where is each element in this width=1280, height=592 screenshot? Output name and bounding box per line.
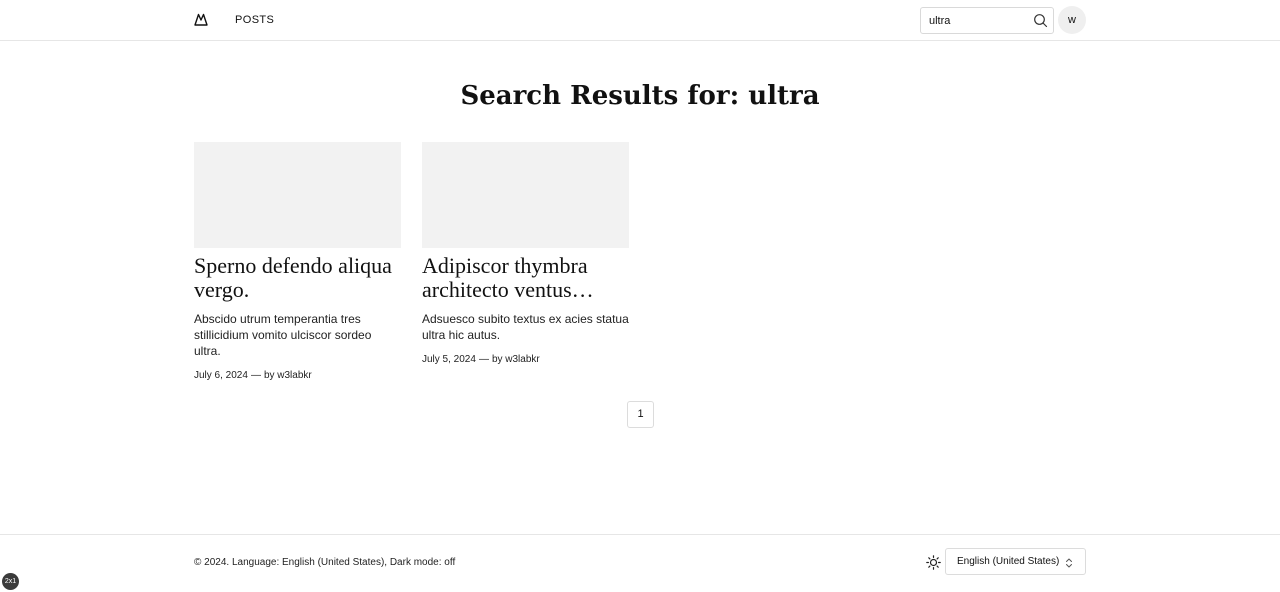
- nav-posts-link[interactable]: POSTS: [235, 13, 274, 27]
- post-meta: July 6, 2024— by w3labkr: [194, 369, 401, 382]
- search-box[interactable]: [920, 7, 1054, 34]
- sun-icon[interactable]: [926, 555, 941, 570]
- meta-separator: —: [250, 370, 261, 381]
- up-down-chevron-icon: [1064, 556, 1074, 568]
- post-date[interactable]: July 5, 2024: [422, 354, 476, 365]
- post-thumbnail[interactable]: [194, 142, 401, 248]
- post-meta: July 5, 2024— by w3labkr: [422, 353, 629, 366]
- post-excerpt: Adsuesco subito textus ex acies statua u…: [422, 312, 629, 342]
- page-title: Search Results for: ultra: [460, 81, 820, 111]
- user-avatar-button[interactable]: w: [1058, 6, 1086, 34]
- post-thumbnail[interactable]: [422, 142, 629, 248]
- post-excerpt: Abscido utrum temperantia tres stillicid…: [194, 312, 372, 358]
- site-footer: © 2024. Language: English (United States…: [0, 534, 1280, 592]
- language-select-value: English (United States): [957, 556, 1060, 567]
- meta-separator: —: [478, 354, 489, 365]
- post-author[interactable]: by w3labkr: [492, 354, 540, 365]
- footer-copyright: © 2024. Language: English (United States…: [194, 557, 456, 568]
- zoom-badge: 2x1: [2, 573, 19, 590]
- search-icon[interactable]: [1033, 13, 1048, 28]
- page: POSTS w Search Results for: ultra Sperno…: [0, 0, 1280, 592]
- post-card: Adipiscor thymbra architecto ventus… Ads…: [422, 142, 629, 366]
- site-header: POSTS w: [0, 0, 1280, 41]
- mountain-logo-icon[interactable]: [194, 13, 208, 26]
- pagination-page-1[interactable]: 1: [627, 401, 654, 428]
- language-select[interactable]: English (United States): [945, 548, 1086, 575]
- post-card: Sperno defendo aliqua vergo. Abscido utr…: [194, 142, 401, 382]
- post-date[interactable]: July 6, 2024: [194, 370, 248, 381]
- search-input[interactable]: [922, 9, 1026, 32]
- post-title-link[interactable]: Adipiscor thymbra architecto ventus…: [422, 254, 629, 302]
- post-title-link[interactable]: Sperno defendo aliqua vergo.: [194, 254, 401, 302]
- post-author[interactable]: by w3labkr: [264, 370, 312, 381]
